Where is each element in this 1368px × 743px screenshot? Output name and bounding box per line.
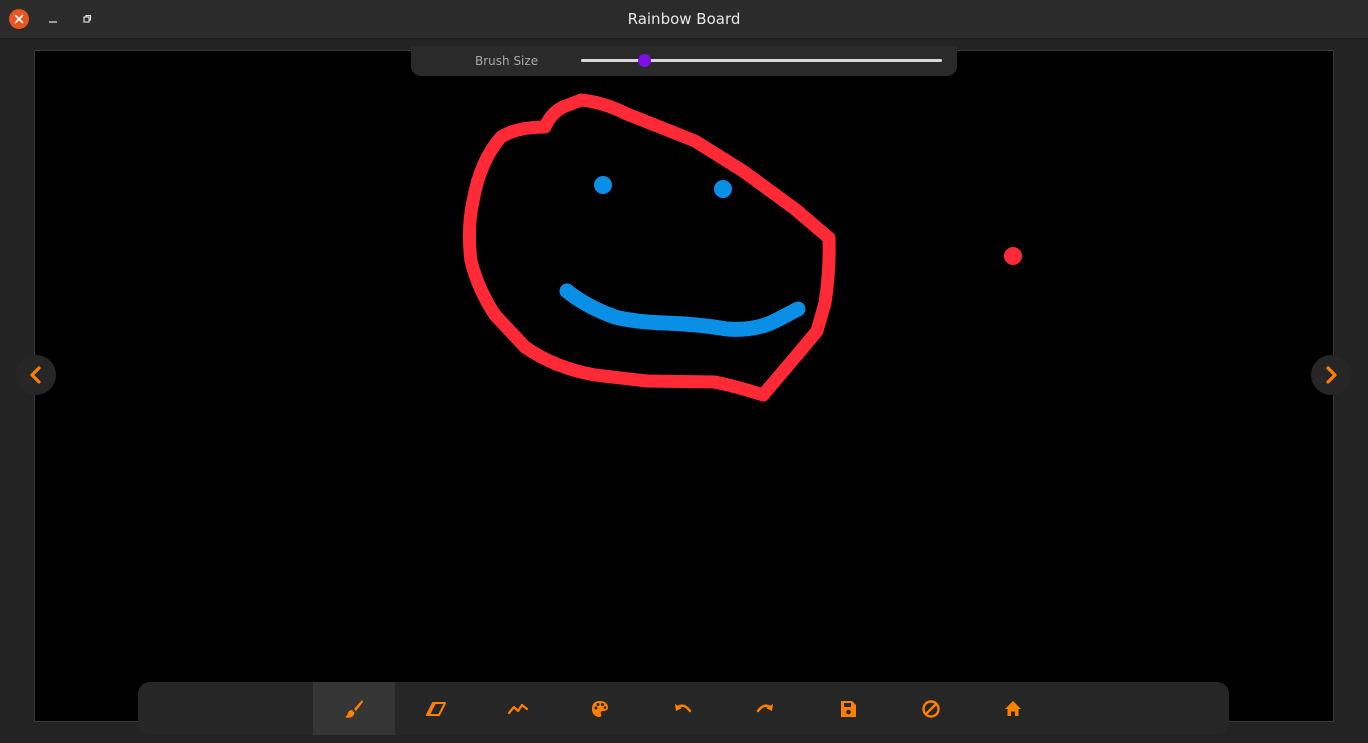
brush-icon xyxy=(345,699,363,718)
clear-canvas-button[interactable] xyxy=(890,682,972,735)
next-page-button[interactable] xyxy=(1311,355,1351,395)
left-eye-dot xyxy=(594,176,612,194)
drawing-strokes xyxy=(462,93,1022,402)
brush-size-slider-thumb[interactable] xyxy=(638,54,652,67)
line-chart-icon xyxy=(507,703,529,714)
title-bar[interactable]: Rainbow Board xyxy=(0,0,1368,39)
brush-size-label: Brush Size xyxy=(475,54,539,68)
chevron-left-icon xyxy=(30,366,41,384)
window-title: Rainbow Board xyxy=(627,10,741,28)
line-tool-button[interactable] xyxy=(477,682,559,735)
right-eye-dot xyxy=(714,180,732,198)
save-icon xyxy=(841,700,856,717)
brush-tool-button[interactable] xyxy=(313,682,395,735)
palette-icon xyxy=(592,700,608,717)
redo-icon xyxy=(756,703,773,712)
brush-size-panel: Brush Size xyxy=(411,46,957,76)
home-button[interactable] xyxy=(972,682,1054,735)
save-button[interactable] xyxy=(807,682,889,735)
redo-button[interactable] xyxy=(724,682,806,735)
clear-icon xyxy=(922,699,940,718)
undo-icon xyxy=(675,703,692,712)
drawing-canvas[interactable] xyxy=(34,50,1334,722)
eraser-tool-button[interactable] xyxy=(395,682,477,735)
eraser-icon xyxy=(426,701,446,716)
red-dot xyxy=(1004,247,1022,265)
smile-stroke xyxy=(559,283,806,337)
red-stroke-outline xyxy=(462,93,836,402)
undo-button[interactable] xyxy=(642,682,724,735)
previous-page-button[interactable] xyxy=(16,355,56,395)
home-icon xyxy=(1005,700,1021,716)
app-window: Rainbow Board Brush Size xyxy=(0,0,1368,743)
chevron-right-icon xyxy=(1326,366,1337,384)
color-palette-button[interactable] xyxy=(559,682,641,735)
bottom-toolbar xyxy=(138,682,1229,735)
brush-size-slider[interactable] xyxy=(581,54,942,67)
